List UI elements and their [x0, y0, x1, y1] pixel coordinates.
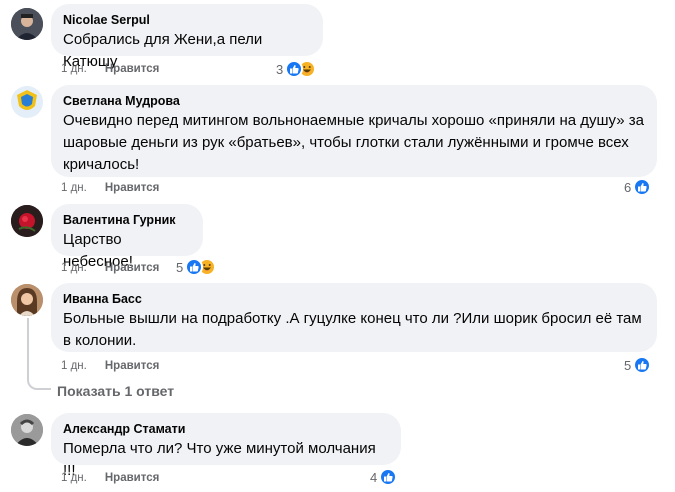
reaction-summary[interactable]: 6 — [624, 177, 652, 197]
comment-actions: 1 дн. Нравится — [61, 181, 159, 195]
comment-bubble: Nicolae Serpul Собрались для Жени,а пели… — [51, 4, 323, 70]
comment-author[interactable]: Иванна Басс — [63, 291, 645, 307]
comment-timestamp[interactable]: 1 дн. — [61, 471, 87, 485]
avatar[interactable] — [11, 414, 43, 446]
reaction-count: 4 — [370, 469, 378, 485]
comment-timestamp[interactable]: 1 дн. — [61, 359, 87, 373]
comment-actions: 1 дн. Нравится — [61, 62, 159, 76]
comment-bubble: Светлана Мудрова Очевидно перед митингом… — [51, 85, 657, 177]
reaction-count: 3 — [276, 61, 284, 77]
like-button[interactable]: Нравится — [105, 62, 159, 76]
comment-timestamp[interactable]: 1 дн. — [61, 261, 87, 275]
comment-author[interactable]: Nicolae Serpul — [63, 12, 311, 28]
comment-author[interactable]: Валентина Гурник — [63, 212, 191, 228]
comment-item: Валентина Гурник Царство небесное! 1 дн.… — [0, 200, 675, 280]
comment-timestamp[interactable]: 1 дн. — [61, 62, 87, 76]
like-button[interactable]: Нравится — [105, 261, 159, 275]
reaction-summary[interactable]: 4 — [370, 467, 398, 487]
comment-actions: 1 дн. Нравится — [61, 359, 159, 373]
like-button[interactable]: Нравится — [105, 181, 159, 195]
thread-line — [27, 318, 29, 380]
comment-bubble: Александр Стамати Померла что ли? Что уж… — [51, 413, 401, 479]
comment-item: Nicolae Serpul Собрались для Жени,а пели… — [0, 0, 675, 80]
reaction-count: 5 — [176, 259, 184, 275]
comment-timestamp[interactable]: 1 дн. — [61, 181, 87, 195]
like-icon — [633, 356, 652, 374]
avatar[interactable] — [11, 8, 43, 40]
like-icon — [379, 468, 398, 486]
comment-author[interactable]: Александр Стамати — [63, 421, 389, 437]
reaction-summary[interactable]: 3 — [276, 59, 317, 79]
reaction-summary[interactable]: 5 — [624, 355, 652, 375]
like-button[interactable]: Нравится — [105, 359, 159, 373]
comment-text: Больные вышли на подработку .А гуцулке к… — [63, 310, 642, 349]
reaction-count: 6 — [624, 179, 632, 195]
comment-item: Светлана Мудрова Очевидно перед митингом… — [0, 80, 675, 200]
avatar[interactable] — [11, 284, 43, 316]
comment-item: Иванна Басс Больные вышли на подработку … — [0, 280, 675, 400]
comment-item: Александр Стамати Померла что ли? Что уж… — [0, 408, 675, 492]
comment-text: Очевидно перед митингом вольнонаемные кр… — [63, 112, 644, 173]
like-icon — [633, 178, 652, 196]
like-button[interactable]: Нравится — [105, 471, 159, 485]
comment-bubble: Валентина Гурник Царство небесное! — [51, 204, 203, 270]
reaction-count: 5 — [624, 357, 632, 373]
comment-actions: 1 дн. Нравится — [61, 471, 159, 485]
reaction-summary[interactable]: 5 — [176, 257, 217, 277]
comment-author[interactable]: Светлана Мудрова — [63, 93, 645, 109]
avatar[interactable] — [11, 205, 43, 237]
comment-bubble: Иванна Басс Больные вышли на подработку … — [51, 283, 657, 352]
comment-actions: 1 дн. Нравится — [61, 261, 159, 275]
show-replies-link[interactable]: Показать 1 ответ — [57, 383, 174, 399]
avatar[interactable] — [11, 86, 43, 118]
